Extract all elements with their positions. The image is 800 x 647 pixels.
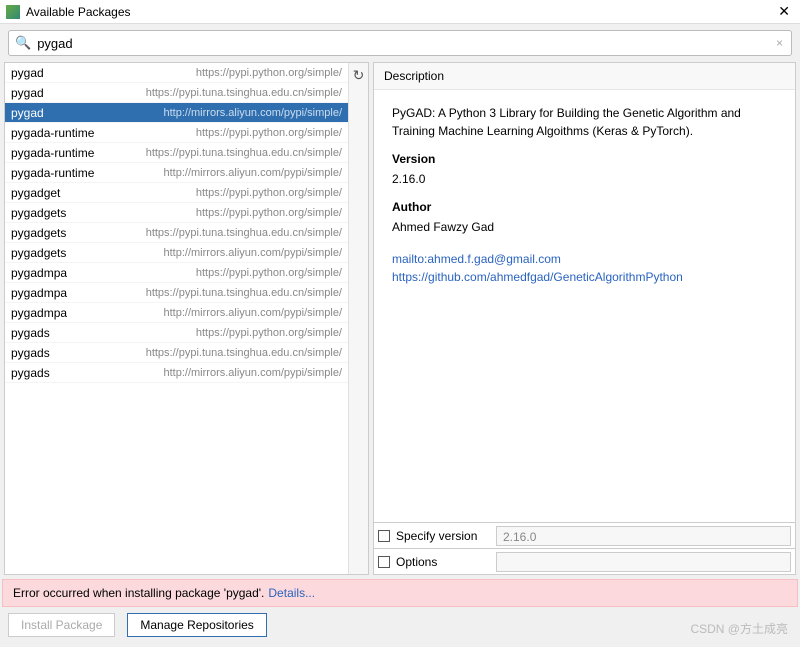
package-name: pygadget [11,186,60,200]
package-row[interactable]: pygadmpa https://pypi.python.org/simple/ [5,263,348,283]
version-value: 2.16.0 [392,170,777,188]
package-row[interactable]: pygadget https://pypi.python.org/simple/ [5,183,348,203]
package-row[interactable]: pygadgets http://mirrors.aliyun.com/pypi/… [5,243,348,263]
package-row[interactable]: pygad https://pypi.tuna.tsinghua.edu.cn/s… [5,83,348,103]
package-list-wrap: pygad https://pypi.python.org/simple/pyga… [4,62,369,575]
package-name: pygadmpa [11,306,67,320]
homepage-link[interactable]: https://github.com/ahmedfgad/GeneticAlgo… [392,268,777,286]
package-name: pygada-runtime [11,166,94,180]
package-name: pygad [11,106,44,120]
author-label: Author [392,198,777,216]
package-repo: https://pypi.tuna.tsinghua.edu.cn/simple… [146,87,342,99]
search-icon: 🔍 [9,35,37,51]
package-repo: https://pypi.tuna.tsinghua.edu.cn/simple… [146,347,342,359]
package-row[interactable]: pygads https://pypi.python.org/simple/ [5,323,348,343]
package-repo: https://pypi.python.org/simple/ [196,127,342,139]
package-list[interactable]: pygad https://pypi.python.org/simple/pyga… [5,63,348,574]
package-name: pygads [11,326,50,340]
error-details-link[interactable]: Details... [268,586,315,600]
window-title: Available Packages [26,5,774,19]
package-repo: https://pypi.python.org/simple/ [196,67,342,79]
package-name: pygad [11,66,44,80]
specify-version-label: Specify version [396,529,496,543]
package-name: pygads [11,346,50,360]
package-row[interactable]: pygad https://pypi.python.org/simple/ [5,63,348,83]
package-repo: https://pypi.python.org/simple/ [196,207,342,219]
package-row[interactable]: pygadgets https://pypi.tuna.tsinghua.edu.… [5,223,348,243]
package-name: pygadgets [11,246,66,260]
close-icon[interactable]: ✕ [774,3,794,20]
author-value: Ahmed Fawzy Gad [392,218,777,236]
clear-icon[interactable]: × [768,36,791,50]
app-icon [6,5,20,19]
specify-version-row: Specify version 2.16.0 [373,523,796,549]
package-name: pygada-runtime [11,126,94,140]
package-name: pygads [11,366,50,380]
description-body: PyGAD: A Python 3 Library for Building t… [374,90,795,522]
package-row[interactable]: pygadgets https://pypi.python.org/simple/ [5,203,348,223]
package-name: pygad [11,86,44,100]
button-row: Install Package Manage Repositories [0,607,800,647]
package-row[interactable]: pygada-runtime https://pypi.python.org/si… [5,123,348,143]
package-repo: https://pypi.python.org/simple/ [196,327,342,339]
package-name: pygadgets [11,206,66,220]
specify-version-checkbox[interactable] [378,530,390,542]
package-name: pygadmpa [11,266,67,280]
package-row[interactable]: pygads https://pypi.tuna.tsinghua.edu.cn/… [5,343,348,363]
package-repo: http://mirrors.aliyun.com/pypi/simple/ [164,307,343,319]
package-name: pygadmpa [11,286,67,300]
manage-repositories-button[interactable]: Manage Repositories [127,613,266,637]
package-row[interactable]: pygadmpa https://pypi.tuna.tsinghua.edu.c… [5,283,348,303]
specify-version-field[interactable]: 2.16.0 [496,526,791,546]
package-name: pygadgets [11,226,66,240]
search-bar: 🔍 × [8,30,792,56]
package-row[interactable]: pygads http://mirrors.aliyun.com/pypi/sim… [5,363,348,383]
package-row[interactable]: pygada-runtime https://pypi.tuna.tsinghua… [5,143,348,163]
install-package-button: Install Package [8,613,115,637]
description-summary: PyGAD: A Python 3 Library for Building t… [392,104,777,140]
package-repo: https://pypi.python.org/simple/ [196,267,342,279]
options-checkbox[interactable] [378,556,390,568]
left-column: pygad https://pypi.python.org/simple/pyga… [4,62,369,575]
description-panel: Description PyGAD: A Python 3 Library fo… [373,62,796,523]
package-repo: https://pypi.tuna.tsinghua.edu.cn/simple… [146,287,342,299]
package-repo: https://pypi.tuna.tsinghua.edu.cn/simple… [146,227,342,239]
package-row[interactable]: pygada-runtime http://mirrors.aliyun.com/… [5,163,348,183]
package-repo: http://mirrors.aliyun.com/pypi/simple/ [164,367,343,379]
package-row[interactable]: pygad http://mirrors.aliyun.com/pypi/simp… [5,103,348,123]
package-repo: http://mirrors.aliyun.com/pypi/simple/ [164,107,343,119]
version-label: Version [392,150,777,168]
package-repo: http://mirrors.aliyun.com/pypi/simple/ [164,167,343,179]
titlebar: Available Packages ✕ [0,0,800,24]
error-message: Error occurred when installing package '… [13,586,264,600]
options-field[interactable] [496,552,791,572]
options-label: Options [396,555,496,569]
email-link[interactable]: mailto:ahmed.f.gad@gmail.com [392,250,777,268]
package-repo: http://mirrors.aliyun.com/pypi/simple/ [164,247,343,259]
options-row: Options [373,549,796,575]
package-name: pygada-runtime [11,146,94,160]
description-header: Description [374,63,795,90]
right-column: Description PyGAD: A Python 3 Library fo… [373,62,796,575]
error-bar: Error occurred when installing package '… [2,579,798,607]
package-repo: https://pypi.python.org/simple/ [196,187,342,199]
reload-icon[interactable]: ↻ [353,67,365,574]
reload-column: ↻ [348,63,368,574]
search-input[interactable] [37,32,768,54]
package-row[interactable]: pygadmpa http://mirrors.aliyun.com/pypi/s… [5,303,348,323]
package-repo: https://pypi.tuna.tsinghua.edu.cn/simple… [146,147,342,159]
main-area: pygad https://pypi.python.org/simple/pyga… [4,62,796,575]
